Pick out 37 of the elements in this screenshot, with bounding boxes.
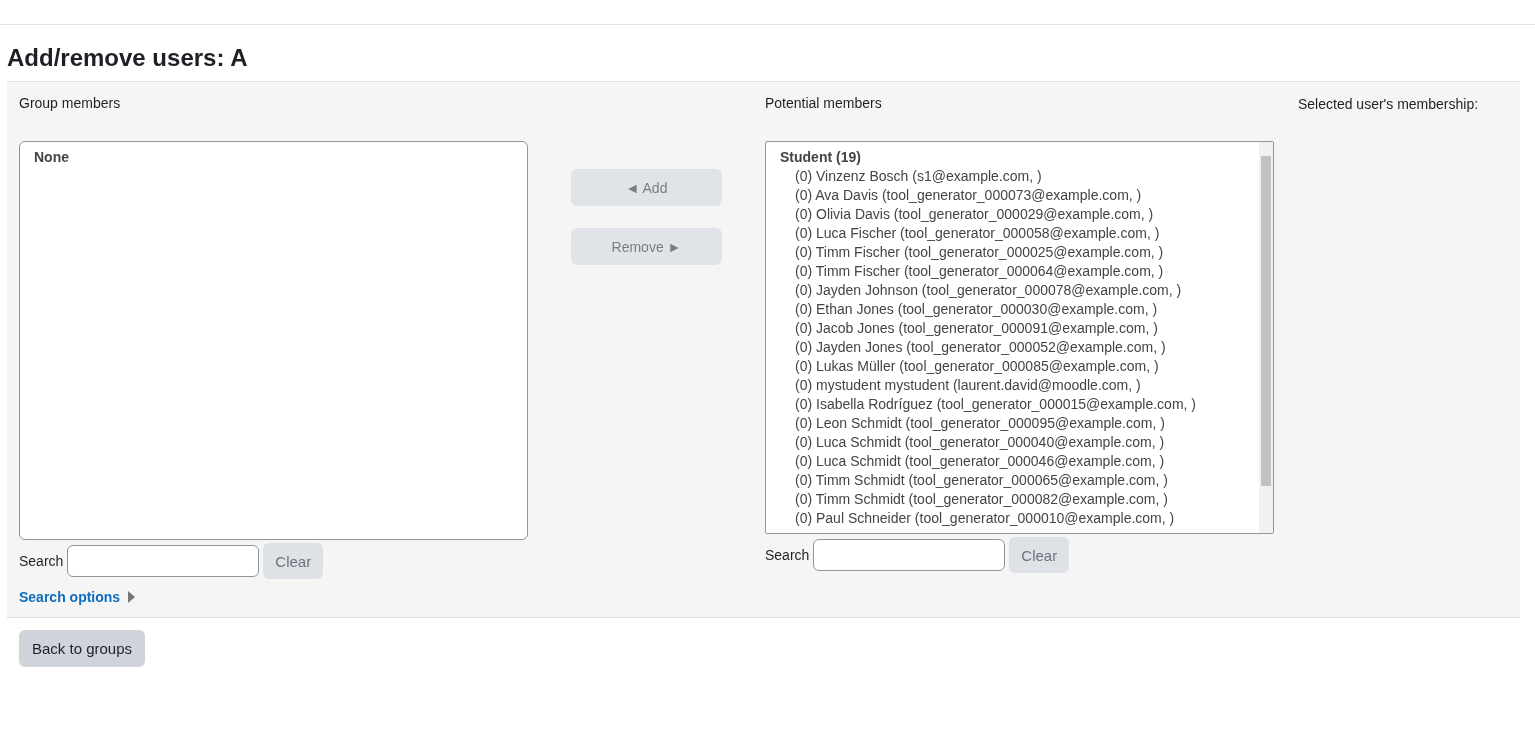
list-option[interactable]: (0) Isabella Rodríguez (tool_generator_000015@example.com, ) bbox=[766, 395, 1259, 414]
list-option[interactable]: (0) Luca Fischer (tool_generator_000058@example.com, ) bbox=[766, 224, 1259, 243]
list-option[interactable]: (0) Timm Schmidt (tool_generator_000065@example.com, ) bbox=[766, 471, 1259, 490]
list-option[interactable]: (0) Jayden Johnson (tool_generator_000078@example.com, ) bbox=[766, 281, 1259, 300]
search-label: Search bbox=[19, 553, 64, 569]
list-option[interactable]: (0) Paul Schneider (tool_generator_000010@example.com, ) bbox=[766, 509, 1259, 528]
list-option[interactable]: (0) Lukas Müller (tool_generator_000085@example.com, ) bbox=[766, 357, 1259, 376]
search-label: Search bbox=[765, 547, 810, 563]
list-option[interactable]: (0) Ava Davis (tool_generator_000073@example.com, ) bbox=[766, 186, 1259, 205]
list-option[interactable]: (0) Timm Fischer (tool_generator_000064@example.com, ) bbox=[766, 262, 1259, 281]
scrollbar[interactable] bbox=[1259, 142, 1273, 533]
search-field[interactable] bbox=[67, 545, 260, 577]
list-option[interactable]: (0) mystudent mystudent (laurent.david@moodle.com, ) bbox=[766, 376, 1259, 395]
group-members-label: Group members bbox=[19, 95, 122, 113]
back-to-groups-button[interactable]: Back to groups bbox=[19, 630, 146, 667]
group-members-listbox[interactable]: None bbox=[19, 141, 528, 540]
search-options-link[interactable]: Search options bbox=[19, 589, 121, 605]
potential-members-label: Potential members bbox=[765, 95, 883, 113]
list-option[interactable]: (0) Vinzenz Bosch (s1@example.com, ) bbox=[766, 167, 1259, 186]
list-option[interactable]: (0) Timm Schmidt (tool_generator_000082@example.com, ) bbox=[766, 490, 1259, 509]
list-option[interactable]: (0) Leon Schmidt (tool_generator_000095@example.com, ) bbox=[766, 414, 1259, 433]
membership-label: Selected user's membership: bbox=[1298, 96, 1479, 112]
list-option[interactable]: (0) Olivia Davis (tool_generator_000029@example.com, ) bbox=[766, 205, 1259, 224]
list-option[interactable]: None bbox=[20, 148, 527, 167]
page-title: Add/remove users: A bbox=[7, 43, 249, 73]
list-option[interactable]: (0) Jacob Jones (tool_generator_000091@example.com, ) bbox=[766, 319, 1259, 338]
list-option[interactable]: (0) Luca Schmidt (tool_generator_000046@example.com, ) bbox=[766, 452, 1259, 471]
clear-button[interactable]: Clear bbox=[263, 543, 324, 579]
list-option[interactable]: (0) Ethan Jones (tool_generator_000030@example.com, ) bbox=[766, 300, 1259, 319]
list-option[interactable]: (0) Timm Fischer (tool_generator_000025@example.com, ) bbox=[766, 243, 1259, 262]
expand-triangle-icon bbox=[128, 591, 136, 603]
search-field[interactable] bbox=[813, 539, 1006, 571]
clear-button[interactable]: Clear bbox=[1009, 537, 1070, 573]
list-option[interactable]: (0) Jayden Jones (tool_generator_000052@example.com, ) bbox=[766, 338, 1259, 357]
potential-members-listbox[interactable] bbox=[765, 141, 1274, 534]
list-option[interactable]: Student (19) bbox=[766, 148, 1259, 167]
list-option[interactable]: (0) Luca Schmidt (tool_generator_000040@example.com, ) bbox=[766, 433, 1259, 452]
